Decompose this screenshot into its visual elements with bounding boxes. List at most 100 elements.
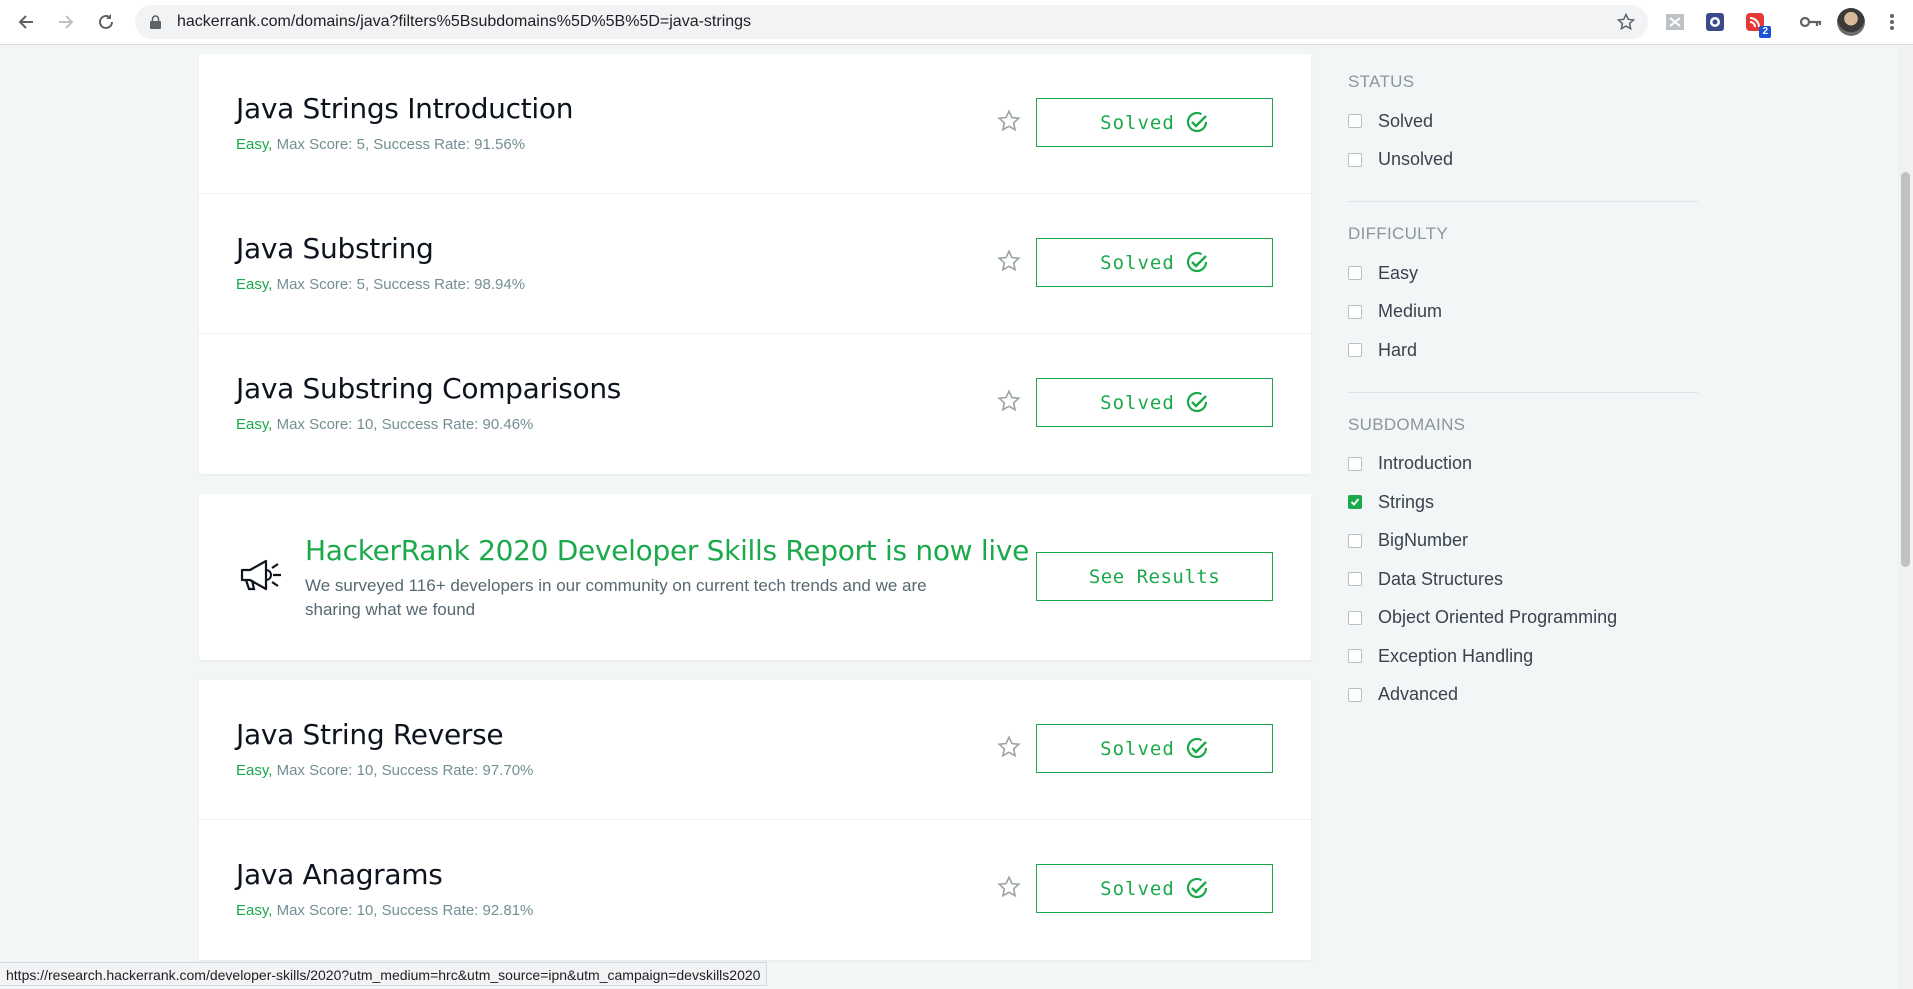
- checkbox[interactable]: [1348, 343, 1362, 358]
- solved-label: Solved: [1100, 251, 1175, 274]
- challenge-item[interactable]: Java Substring Easy, Max Score: 5, Succe…: [199, 194, 1311, 334]
- filter-sidebar: STATUS Solved Unsolved DIFFICULTY Easy M…: [1348, 60, 1698, 758]
- bookmark-star-icon[interactable]: [996, 388, 1022, 414]
- extension-badge: 2: [1759, 26, 1771, 38]
- solved-label: Solved: [1100, 877, 1175, 900]
- promo-title[interactable]: HackerRank 2020 Developer Skills Report …: [305, 534, 1029, 567]
- challenge-group-bottom: Java String Reverse Easy, Max Score: 10,…: [199, 680, 1311, 960]
- filter-option[interactable]: Hard: [1348, 331, 1698, 370]
- bookmark-star-icon[interactable]: [1616, 12, 1636, 37]
- filter-option[interactable]: Exception Handling: [1348, 637, 1698, 676]
- challenge-item[interactable]: Java Strings Introduction Easy, Max Scor…: [199, 54, 1311, 194]
- filter-option-label: Medium: [1378, 301, 1443, 322]
- key-icon[interactable]: [1799, 10, 1823, 34]
- filter-heading: DIFFICULTY: [1348, 224, 1448, 243]
- extension-puzzle-icon[interactable]: [1703, 10, 1727, 34]
- challenge-meta: Easy, Max Score: 5, Success Rate: 91.56%: [236, 136, 525, 153]
- challenge-item[interactable]: Java String Reverse Easy, Max Score: 10,…: [199, 680, 1311, 820]
- checkbox[interactable]: [1348, 572, 1362, 587]
- lock-icon: [150, 15, 161, 34]
- checkbox[interactable]: [1348, 456, 1362, 471]
- promo-description: We surveyed 116+ developers in our commu…: [305, 576, 927, 619]
- filter-option[interactable]: Advanced: [1348, 676, 1698, 715]
- page-scrollbar[interactable]: [1898, 45, 1913, 989]
- checkbox[interactable]: [1348, 687, 1362, 702]
- see-results-button[interactable]: See Results: [1036, 552, 1273, 601]
- extension-translate-icon[interactable]: [1663, 10, 1687, 34]
- score-rate-text: Max Score: 5, Success Rate: 91.56%: [272, 136, 526, 153]
- difficulty-label: Easy,: [236, 136, 273, 153]
- challenge-title[interactable]: Java String Reverse: [236, 718, 504, 751]
- score-rate-text: Max Score: 10, Success Rate: 90.46%: [272, 416, 534, 433]
- challenge-meta: Easy, Max Score: 10, Success Rate: 90.46…: [236, 416, 533, 433]
- challenge-item[interactable]: Java Substring Comparisons Easy, Max Sco…: [199, 334, 1311, 474]
- challenge-meta: Easy, Max Score: 10, Success Rate: 97.70…: [236, 762, 533, 779]
- difficulty-label: Easy,: [236, 762, 273, 779]
- checkbox[interactable]: [1348, 533, 1362, 548]
- checkmark-icon: [1350, 498, 1360, 507]
- challenge-meta: Easy, Max Score: 5, Success Rate: 98.94%: [236, 276, 525, 293]
- checkbox[interactable]: [1348, 304, 1362, 319]
- filter-option[interactable]: Introduction: [1348, 445, 1698, 484]
- check-circle-icon: [1186, 391, 1207, 412]
- filter-option-label: Easy: [1378, 262, 1419, 283]
- bookmark-star-icon[interactable]: [996, 108, 1022, 134]
- check-circle-icon: [1186, 737, 1207, 758]
- difficulty-label: Easy,: [236, 276, 273, 293]
- challenge-title[interactable]: Java Substring: [236, 232, 434, 265]
- challenge-group-top: Java Strings Introduction Easy, Max Scor…: [199, 54, 1311, 474]
- challenge-title[interactable]: Java Substring Comparisons: [236, 372, 621, 405]
- scrollbar-thumb[interactable]: [1901, 172, 1910, 567]
- address-bar[interactable]: hackerrank.com/domains/java?filters%5Bsu…: [135, 5, 1648, 39]
- extension-rss-icon[interactable]: 2: [1743, 10, 1771, 38]
- filter-option[interactable]: Medium: [1348, 293, 1698, 332]
- challenge-title[interactable]: Java Anagrams: [236, 858, 443, 891]
- filter-option[interactable]: Object Oriented Programming: [1348, 599, 1698, 638]
- filter-option[interactable]: Strings: [1348, 483, 1698, 522]
- bookmark-star-icon[interactable]: [996, 734, 1022, 760]
- bookmark-star-icon[interactable]: [996, 874, 1022, 900]
- score-rate-text: Max Score: 5, Success Rate: 98.94%: [272, 276, 526, 293]
- solved-button[interactable]: Solved: [1036, 724, 1273, 773]
- challenge-item[interactable]: Java Anagrams Easy, Max Score: 10, Succe…: [199, 820, 1311, 960]
- challenge-title[interactable]: Java Strings Introduction: [236, 92, 573, 125]
- checkbox-checked[interactable]: [1348, 495, 1362, 510]
- browser-menu-icon[interactable]: [1880, 10, 1904, 34]
- checkbox[interactable]: [1348, 152, 1362, 167]
- solved-button[interactable]: Solved: [1036, 238, 1273, 287]
- filter-heading: STATUS: [1348, 72, 1415, 91]
- filter-option-label: Data Structures: [1378, 568, 1504, 589]
- check-circle-icon: [1186, 877, 1207, 898]
- filter-option-label: Unsolved: [1378, 149, 1454, 170]
- filter-option-label: Advanced: [1378, 684, 1459, 705]
- link-status-bar: https://research.hackerrank.com/develope…: [0, 962, 768, 986]
- filter-option[interactable]: Data Structures: [1348, 560, 1698, 599]
- checkbox[interactable]: [1348, 610, 1362, 625]
- checkbox[interactable]: [1348, 114, 1362, 129]
- filter-option[interactable]: Solved: [1348, 102, 1698, 141]
- solved-button[interactable]: Solved: [1036, 98, 1273, 147]
- solved-label: Solved: [1100, 737, 1175, 760]
- bookmark-star-icon[interactable]: [996, 248, 1022, 274]
- filter-option-label: Object Oriented Programming: [1378, 607, 1618, 628]
- back-icon[interactable]: [13, 9, 39, 35]
- check-circle-icon: [1186, 111, 1207, 132]
- filter-option-label: Exception Handling: [1378, 645, 1534, 666]
- promo-card: HackerRank 2020 Developer Skills Report …: [199, 494, 1311, 660]
- reload-icon[interactable]: [93, 9, 119, 35]
- filter-heading: SUBDOMAINS: [1348, 414, 1466, 434]
- challenge-list: Java Strings Introduction Easy, Max Scor…: [199, 54, 1311, 980]
- filter-option[interactable]: Easy: [1348, 254, 1698, 293]
- checkbox[interactable]: [1348, 266, 1362, 281]
- difficulty-label: Easy,: [236, 902, 273, 919]
- url-text: hackerrank.com/domains/java?filters%5Bsu…: [177, 13, 752, 30]
- filter-option[interactable]: BigNumber: [1348, 522, 1698, 561]
- filter-option[interactable]: Unsolved: [1348, 141, 1698, 180]
- filter-difficulty: DIFFICULTY Easy Medium Hard: [1348, 224, 1698, 393]
- solved-label: Solved: [1100, 391, 1175, 414]
- forward-icon[interactable]: [53, 9, 79, 35]
- solved-button[interactable]: Solved: [1036, 864, 1273, 913]
- solved-button[interactable]: Solved: [1036, 378, 1273, 427]
- profile-avatar[interactable]: [1837, 8, 1865, 36]
- checkbox[interactable]: [1348, 649, 1362, 664]
